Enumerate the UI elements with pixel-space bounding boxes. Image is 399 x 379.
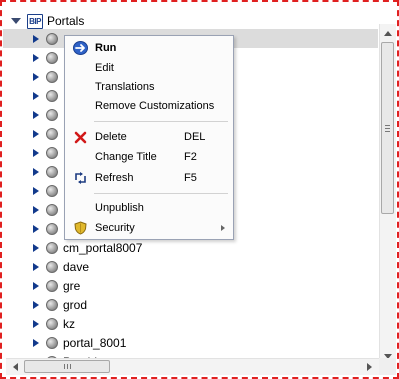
expand-arrow-icon[interactable] [33, 91, 39, 100]
grip-icon [63, 364, 71, 369]
menu-label-unpublish: Unpublish [95, 202, 144, 214]
menu-item-translations[interactable]: Translations [65, 77, 233, 97]
expand-arrow-icon[interactable] [33, 205, 39, 214]
expand-arrow-icon[interactable] [33, 110, 39, 119]
context-menu: Run Edit Translations Remove Customizati… [64, 35, 234, 240]
expand-arrow-icon[interactable] [33, 72, 39, 81]
portal-globe-icon [46, 108, 58, 121]
tree-node-label: portal_8001 [63, 335, 127, 350]
shortcut-delete: DEL [184, 131, 206, 143]
expand-arrow-icon[interactable] [33, 186, 39, 195]
menu-item-remove-customizations[interactable]: Remove Customizations [65, 96, 233, 116]
portal-globe-icon [46, 241, 58, 254]
menu-item-refresh[interactable]: Refresh F5 [65, 168, 233, 188]
arrow-left-icon [12, 363, 18, 371]
tree-node-label: dave [63, 259, 90, 274]
menu-item-change-title[interactable]: Change Title F2 [65, 147, 233, 167]
menu-label-security: Security [95, 222, 135, 234]
menu-label-remove-customizations: Remove Customizations [95, 100, 215, 112]
expand-arrow-icon[interactable] [33, 319, 39, 328]
menu-separator [94, 193, 228, 194]
portal-globe-icon [46, 279, 58, 292]
portal-globe-icon [46, 146, 58, 159]
submenu-arrow-icon [221, 225, 225, 231]
expand-arrow-icon[interactable] [33, 243, 39, 252]
horizontal-scroll-thumb[interactable] [24, 360, 110, 373]
portal-globe-icon [46, 203, 58, 216]
tree-node[interactable]: gre [3, 276, 378, 295]
tree-root-label: Portals [47, 14, 85, 28]
tree-node[interactable]: grod [3, 295, 378, 314]
menu-item-run[interactable]: Run [65, 38, 233, 58]
portal-globe-icon [46, 298, 58, 311]
scroll-up-button[interactable] [380, 25, 396, 41]
portal-globe-icon [46, 336, 58, 349]
portal-globe-icon [46, 32, 58, 45]
expand-arrow-icon[interactable] [33, 129, 39, 138]
menu-label-refresh: Refresh [95, 172, 134, 184]
portal-globe-icon [46, 70, 58, 83]
tree-node[interactable]: dave [3, 257, 378, 276]
bip-portals-icon: BIP [27, 13, 43, 29]
shortcut-refresh: F5 [184, 172, 197, 184]
expand-arrow-icon[interactable] [33, 281, 39, 290]
menu-item-unpublish[interactable]: Unpublish [65, 198, 233, 218]
portal-globe-icon [46, 165, 58, 178]
tree-node-label: grod [63, 297, 88, 312]
arrow-up-icon [384, 30, 392, 36]
tree-node-label: gre [63, 278, 81, 293]
shortcut-change-title: F2 [184, 151, 197, 163]
tree-node[interactable]: cm_portal8007 [3, 238, 378, 257]
menu-label-change-title: Change Title [95, 151, 157, 163]
arrow-right-icon [366, 363, 372, 371]
portal-globe-icon [46, 51, 58, 64]
portal-globe-icon [46, 184, 58, 197]
menu-separator [94, 121, 228, 122]
tree-node[interactable]: kz [3, 314, 378, 333]
expand-arrow-icon[interactable] [33, 148, 39, 157]
menu-label-run: Run [95, 42, 117, 54]
expand-arrow-icon[interactable] [33, 167, 39, 176]
collapse-arrow-icon[interactable] [11, 18, 21, 24]
horizontal-scrollbar[interactable] [6, 358, 379, 375]
expand-arrow-icon[interactable] [33, 262, 39, 271]
tree-node-label: cm_portal8007 [63, 240, 143, 255]
tree-root-portals[interactable]: BIP Portals [11, 11, 84, 31]
security-shield-icon [72, 221, 88, 235]
expand-arrow-icon[interactable] [33, 34, 39, 43]
menu-label-translations: Translations [95, 81, 155, 93]
menu-item-security[interactable]: Security [65, 218, 233, 238]
menu-label-delete: Delete [95, 131, 127, 143]
scroll-right-button[interactable] [361, 359, 377, 375]
portal-globe-icon [46, 260, 58, 273]
menu-label-edit: Edit [95, 62, 114, 74]
expand-arrow-icon[interactable] [33, 224, 39, 233]
expand-arrow-icon[interactable] [33, 53, 39, 62]
grip-icon [385, 124, 390, 132]
tree-node[interactable]: portal_8001 [3, 333, 378, 352]
vertical-scroll-thumb[interactable] [381, 42, 394, 214]
menu-item-edit[interactable]: Edit [65, 58, 233, 78]
refresh-icon [72, 171, 88, 185]
scrollbar-corner [379, 358, 396, 375]
portal-globe-icon [46, 317, 58, 330]
expand-arrow-icon[interactable] [33, 300, 39, 309]
run-icon [72, 41, 88, 55]
portal-globe-icon [46, 127, 58, 140]
delete-x-icon [72, 130, 88, 144]
menu-item-delete[interactable]: Delete DEL [65, 127, 233, 147]
tree-node-label: kz [63, 316, 75, 331]
portal-globe-icon [46, 222, 58, 235]
scroll-left-button[interactable] [7, 359, 23, 375]
portal-globe-icon [46, 89, 58, 102]
expand-arrow-icon[interactable] [33, 338, 39, 347]
vertical-scrollbar[interactable] [379, 24, 396, 365]
